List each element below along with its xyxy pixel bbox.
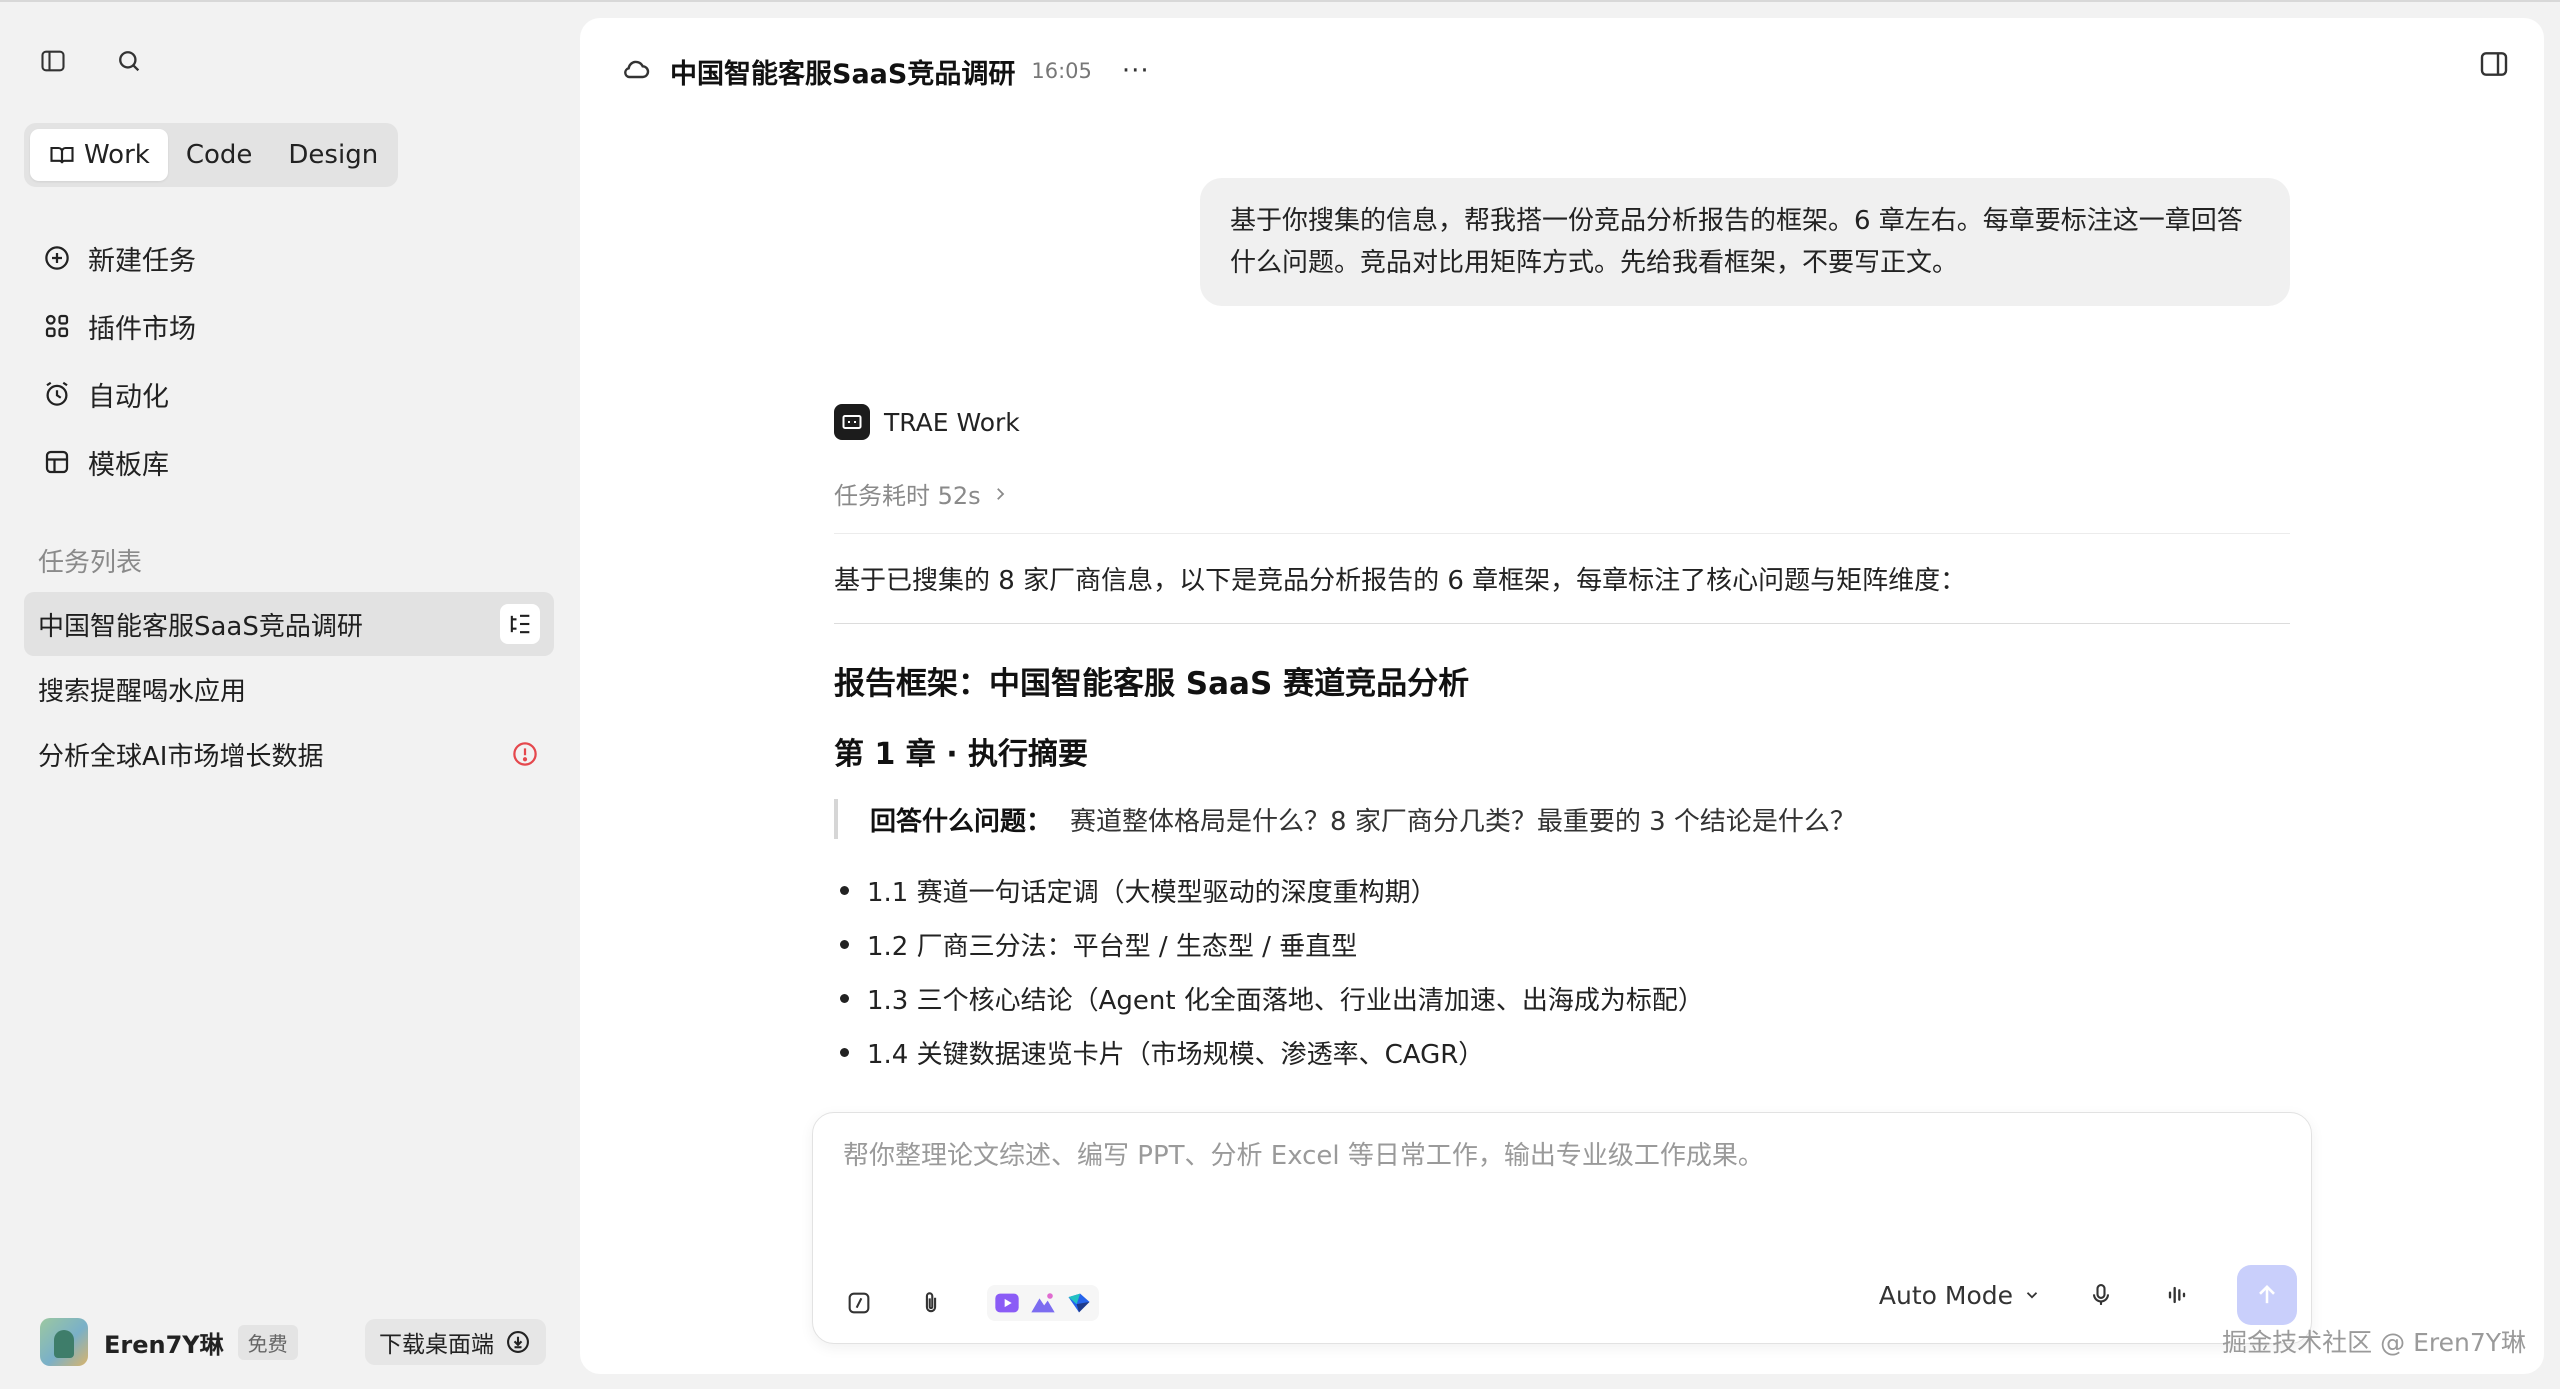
divider <box>834 533 2290 534</box>
sidebar-item-label: 自动化 <box>88 381 169 413</box>
waveform-icon <box>2168 1286 2186 1304</box>
mode-tab-label: Work <box>84 140 150 170</box>
chapter-outline: 1.1 赛道一句话定调（大模型驱动的深度重构期） 1.2 厂商三分法：平台型 /… <box>834 863 2290 1079</box>
task-title: 分析全球AI市场增长数据 <box>38 741 324 772</box>
task-item[interactable]: 分析全球AI市场增长数据 <box>24 722 554 786</box>
task-duration-toggle[interactable]: 任务耗时 52s <box>834 476 2290 511</box>
trae-logo-icon <box>834 404 870 440</box>
plugins-icon <box>45 314 69 338</box>
sidebar: Work Code Design 新建任务 插件市场 自动化 模板库 任务列表 … <box>0 0 578 1389</box>
panel-right-icon <box>2480 52 2508 76</box>
composer-tools <box>843 1285 1099 1321</box>
mode-dropdown-value: Auto Mode <box>1878 1280 2013 1310</box>
more-options-button[interactable]: ··· <box>1122 56 1150 86</box>
assistant-header: TRAE Work <box>834 404 2290 440</box>
book-icon <box>50 146 74 164</box>
download-label: 下载桌面端 <box>379 1332 494 1358</box>
sidebar-toggle-button[interactable] <box>36 44 70 78</box>
error-icon <box>513 742 537 766</box>
user-bar: Eren7Y琳 免费 下载桌面端 <box>40 1316 546 1368</box>
mode-tab-design[interactable]: Design <box>270 129 396 181</box>
plus-circle-icon <box>45 246 69 270</box>
watermark: 掘金技术社区 @ Eren7Y琳 <box>2222 1328 2526 1357</box>
task-item[interactable]: 搜索提醒喝水应用 <box>24 657 554 721</box>
assistant-message: TRAE Work 任务耗时 52s 基于已搜集的 8 家厂商信息，以下是竞品分… <box>834 404 2290 1079</box>
assistant-intro: 基于已搜集的 8 家厂商信息，以下是竞品分析报告的 6 章框架，每章标注了核心问… <box>834 566 1967 596</box>
template-icon <box>45 450 69 474</box>
send-button[interactable] <box>2237 1265 2297 1325</box>
task-title: 中国智能客服SaaS竞品调研 <box>38 611 363 642</box>
mode-tab-code[interactable]: Code <box>168 129 271 181</box>
mode-tab-label: Design <box>288 140 379 170</box>
mode-dropdown[interactable]: Auto Mode <box>1879 1281 2041 1310</box>
search-icon <box>119 51 140 72</box>
task-outline-button[interactable] <box>500 604 540 644</box>
right-panel-toggle-button[interactable] <box>2478 48 2514 84</box>
task-list-heading: 任务列表 <box>38 548 143 578</box>
chapter-title: 第 1 章 · 执行摘要 <box>834 737 1089 772</box>
slash-command-icon <box>848 1292 870 1314</box>
list-item: 1.2 厂商三分法：平台型 / 生态型 / 垂直型 <box>834 917 2290 971</box>
list-item: 1.1 赛道一句话定调（大模型驱动的深度重构期） <box>834 863 2290 917</box>
composer-actions: Auto Mode <box>1879 1265 2297 1325</box>
plan-badge: 免费 <box>237 1324 298 1360</box>
chapter-question: 回答什么问题： 赛道整体格局是什么？8 家厂商分几类？最重要的 3 个结论是什么… <box>834 799 2290 839</box>
connected-apps[interactable] <box>987 1285 1099 1321</box>
microphone-icon <box>2092 1284 2110 1305</box>
sidebar-item-label: 新建任务 <box>88 245 196 277</box>
slash-command-button[interactable] <box>843 1287 875 1319</box>
prompt-input[interactable] <box>843 1141 2263 1171</box>
avatar[interactable] <box>40 1318 88 1366</box>
divider <box>834 623 2290 624</box>
username: Eren7Y琳 <box>104 1330 224 1359</box>
mode-switch: Work Code Design <box>24 123 398 187</box>
chevron-down-icon <box>2026 1292 2038 1299</box>
microphone-button[interactable] <box>2085 1279 2117 1311</box>
chevron-right-icon <box>996 487 1004 500</box>
cloud-icon <box>620 53 652 89</box>
download-icon <box>507 1331 529 1353</box>
task-duration: 任务耗时 52s <box>834 482 981 510</box>
sidebar-item-templates[interactable]: 模板库 <box>24 428 554 496</box>
alarm-clock-icon <box>46 381 68 406</box>
paperclip-icon <box>925 1292 937 1313</box>
doc-app-icon <box>1068 1293 1090 1313</box>
assistant-name: TRAE Work <box>884 407 1020 437</box>
mode-tab-work[interactable]: Work <box>30 129 168 181</box>
question-label: 回答什么问题： <box>870 806 1053 837</box>
list-tree-icon <box>510 614 530 634</box>
image-app-icon <box>1031 1293 1055 1313</box>
sidebar-item-plugins[interactable]: 插件市场 <box>24 292 554 360</box>
timestamp: 16:05 <box>1031 59 1092 83</box>
task-title: 搜索提醒喝水应用 <box>38 676 247 707</box>
user-message: 基于你搜集的信息，帮我搭一份竞品分析报告的框架。6 章左右。每章要标注这一章回答… <box>1200 178 2290 306</box>
sidebar-toolbar <box>36 44 146 78</box>
arrow-up-icon <box>2259 1285 2275 1304</box>
search-button[interactable] <box>112 44 146 78</box>
sidebar-item-automation[interactable]: 自动化 <box>24 360 554 428</box>
mode-tab-label: Code <box>185 140 253 170</box>
voice-mode-button[interactable] <box>2161 1279 2193 1311</box>
header: 中国智能客服SaaS竞品调研 16:05 ··· <box>620 46 1150 96</box>
sidebar-item-new-task[interactable]: 新建任务 <box>24 224 554 292</box>
video-app-icon <box>995 1293 1019 1313</box>
list-item: 1.4 关键数据速览卡片（市场规模、渗透率、CAGR） <box>834 1025 2290 1079</box>
task-item-current[interactable]: 中国智能客服SaaS竞品调研 <box>24 592 554 656</box>
main-panel: 中国智能客服SaaS竞品调研 16:05 ··· 基于你搜集的信息，帮我搭一份竞… <box>580 18 2544 1374</box>
report-title: 报告框架：中国智能客服 SaaS 赛道竞品分析 <box>834 666 1470 702</box>
download-desktop-button[interactable]: 下载桌面端 <box>365 1319 546 1365</box>
sidebar-toggle-icon <box>41 50 65 72</box>
sidebar-item-label: 模板库 <box>88 449 169 481</box>
page-title: 中国智能客服SaaS竞品调研 <box>670 58 1016 90</box>
task-list: 中国智能客服SaaS竞品调研 搜索提醒喝水应用 分析全球AI市场增长数据 <box>24 592 554 786</box>
question-text: 赛道整体格局是什么？8 家厂商分几类？最重要的 3 个结论是什么？ <box>1070 806 1856 837</box>
attach-button[interactable] <box>915 1287 947 1319</box>
sidebar-item-label: 插件市场 <box>88 313 196 345</box>
composer: Auto Mode <box>812 1112 2312 1344</box>
list-item: 1.3 三个核心结论（Agent 化全面落地、行业出清加速、出海成为标配） <box>834 971 2290 1025</box>
sidebar-nav: 新建任务 插件市场 自动化 模板库 <box>24 224 554 496</box>
